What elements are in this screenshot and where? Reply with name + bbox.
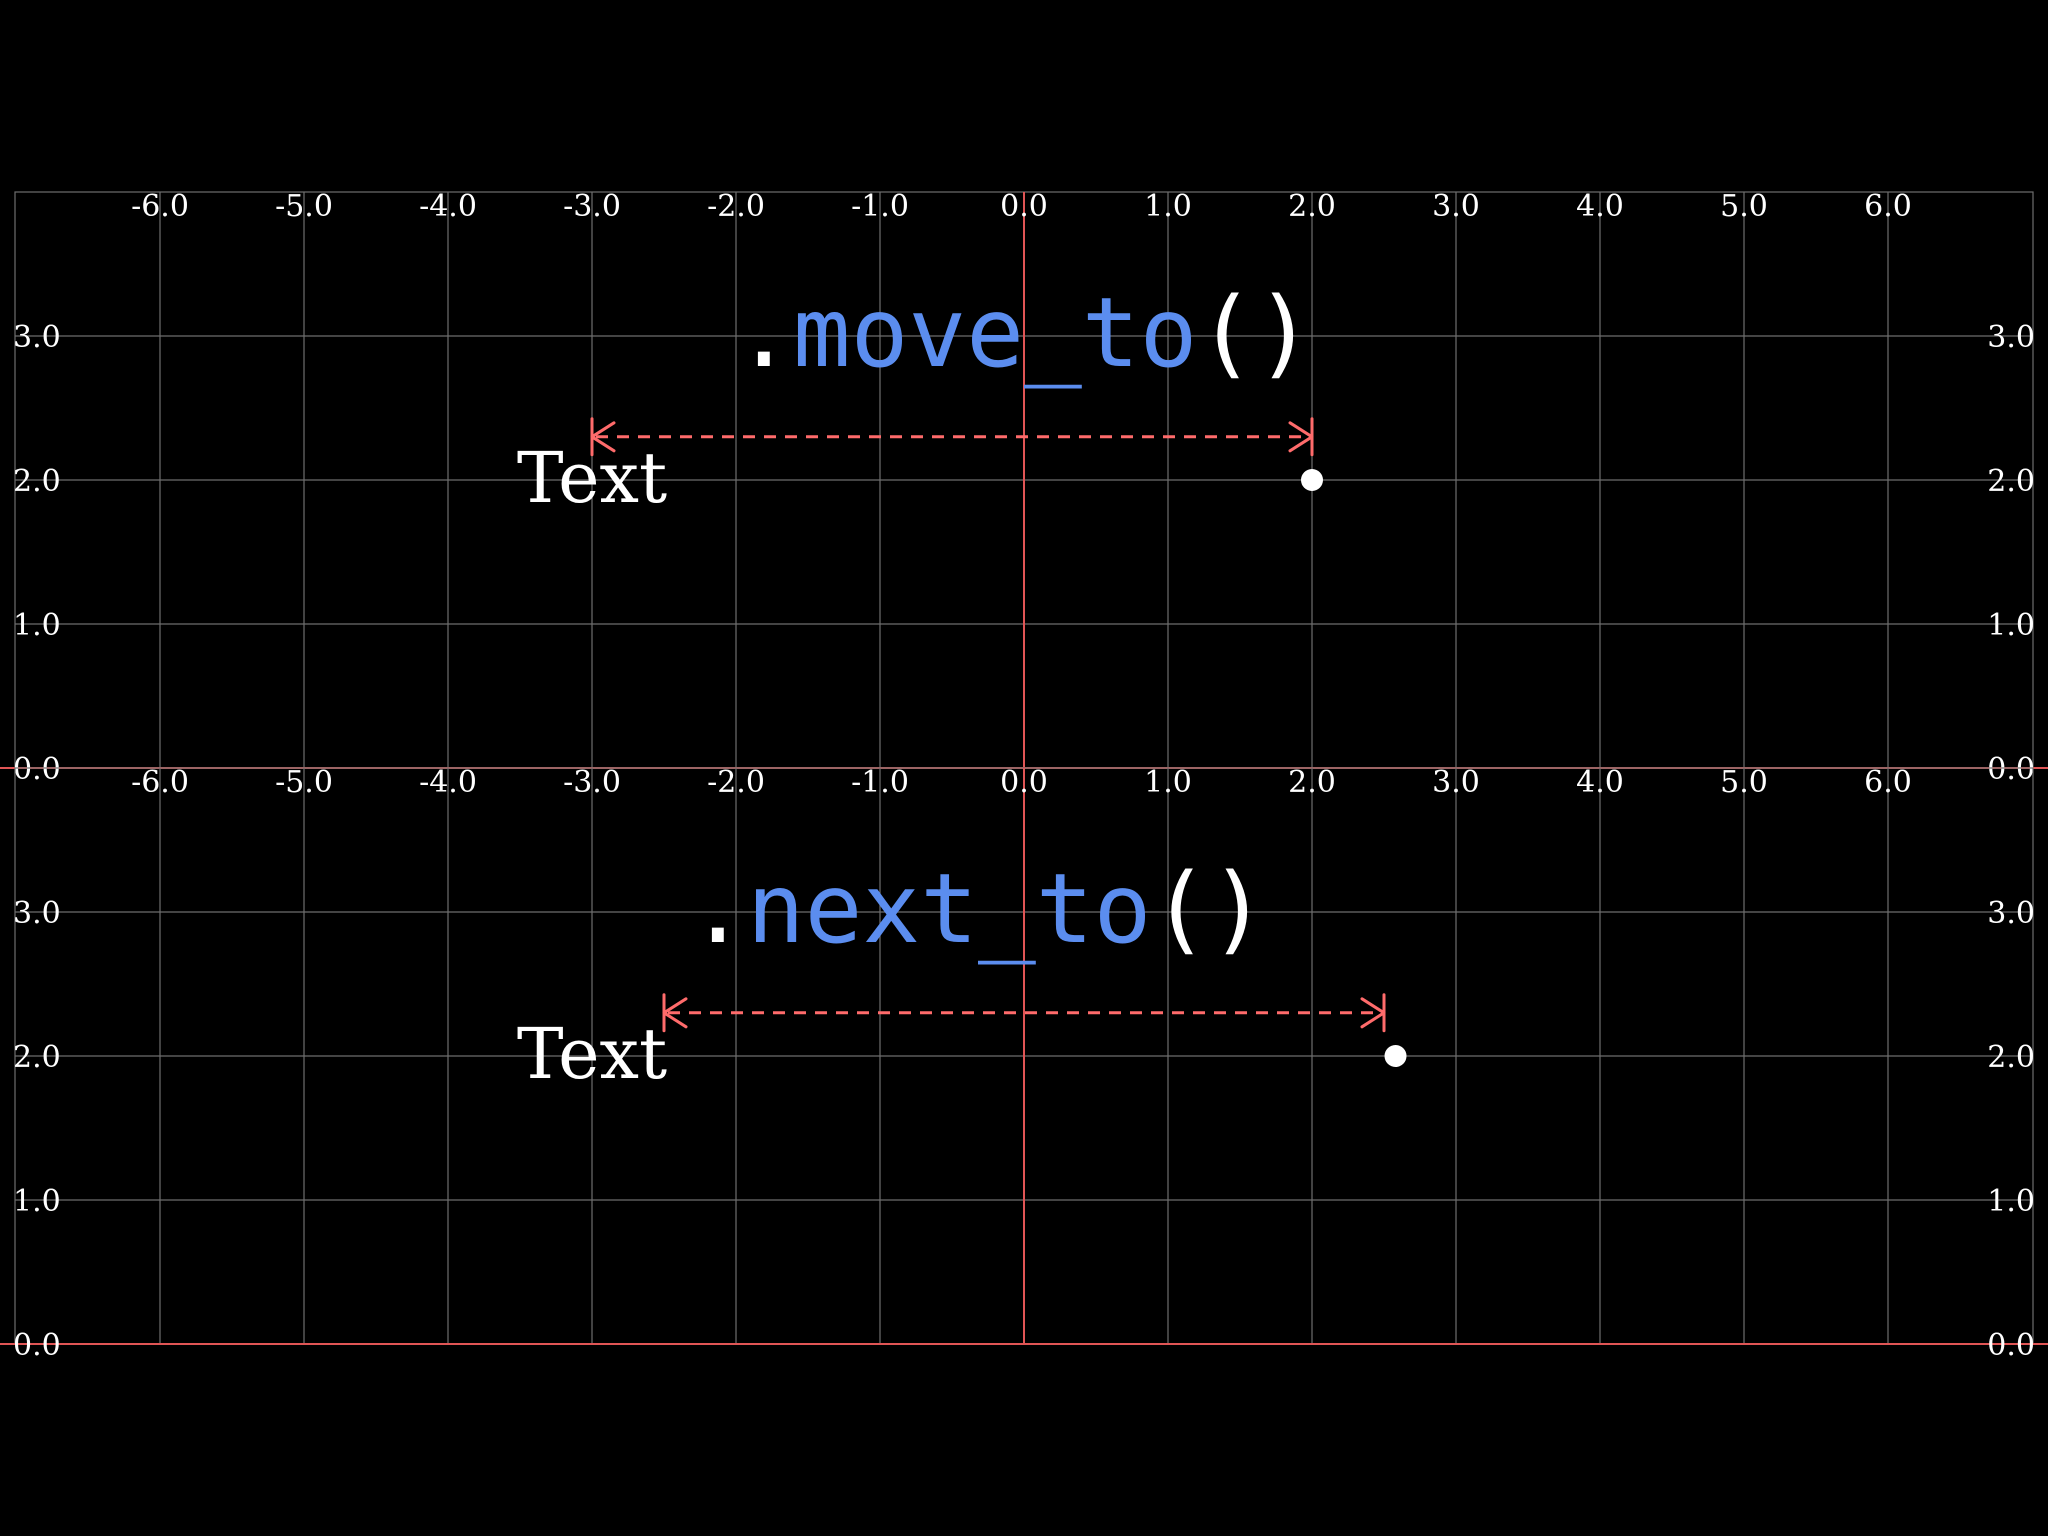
x-tick-label: 5.0 (1720, 765, 1768, 800)
x-tick-label: -4.0 (419, 189, 477, 224)
x-tick-label: 6.0 (1864, 765, 1912, 800)
y-tick-label-left: 0.0 (13, 1328, 61, 1363)
method-title: .move_to() (735, 277, 1313, 389)
y-tick-label-right: 0.0 (1987, 752, 2035, 787)
x-tick-label: -5.0 (275, 189, 333, 224)
x-tick-label: -2.0 (707, 189, 765, 224)
y-tick-label-left: 3.0 (13, 896, 61, 931)
method-name: next_to (747, 853, 1152, 965)
x-tick-label: 0.0 (1000, 765, 1048, 800)
y-tick-label-right: 0.0 (1987, 1328, 2035, 1363)
x-tick-label: -3.0 (563, 765, 621, 800)
method-title: .next_to() (689, 853, 1267, 965)
x-tick-label: -1.0 (851, 189, 909, 224)
x-tick-label: 2.0 (1288, 189, 1336, 224)
x-tick-label: -4.0 (419, 765, 477, 800)
x-tick-label: -5.0 (275, 765, 333, 800)
method-parens: () (1151, 853, 1267, 965)
x-tick-label: -3.0 (563, 189, 621, 224)
text-object: Text (517, 1013, 667, 1095)
y-tick-label-left: 0.0 (13, 752, 61, 787)
method-name: move_to (793, 277, 1198, 389)
target-point (1384, 1045, 1407, 1067)
method-dot: . (735, 277, 793, 389)
x-tick-label: 6.0 (1864, 189, 1912, 224)
y-tick-label-right: 1.0 (1987, 608, 2035, 643)
x-tick-label: -2.0 (707, 765, 765, 800)
method-dot: . (689, 853, 747, 965)
x-tick-label: 4.0 (1576, 189, 1624, 224)
x-tick-label: 1.0 (1144, 765, 1192, 800)
x-tick-label: 4.0 (1576, 765, 1624, 800)
method-parens: () (1197, 277, 1313, 389)
text-object: Text (517, 437, 667, 519)
y-tick-label-right: 3.0 (1987, 896, 2035, 931)
y-tick-label-right: 2.0 (1987, 464, 2035, 499)
x-tick-label: 3.0 (1432, 189, 1480, 224)
x-tick-label: -6.0 (131, 189, 189, 224)
x-tick-label: 5.0 (1720, 189, 1768, 224)
x-tick-label: 1.0 (1144, 189, 1192, 224)
target-point (1301, 469, 1323, 491)
x-tick-label: -6.0 (131, 765, 189, 800)
y-tick-label-right: 3.0 (1987, 320, 2035, 355)
y-tick-label-left: 1.0 (13, 608, 61, 643)
x-tick-label: 2.0 (1288, 765, 1336, 800)
diagram-canvas: -6.0 -5.0 -4.0 -3.0 -2.0 -1.0 0.0 1.0 2.0 3.0 4.0 5… (0, 0, 2048, 1536)
y-tick-label-right: 1.0 (1987, 1184, 2035, 1219)
y-tick-label-left: 3.0 (13, 320, 61, 355)
x-tick-label: 3.0 (1432, 765, 1480, 800)
x-tick-label: 0.0 (1000, 189, 1048, 224)
y-tick-label-left: 2.0 (13, 464, 61, 499)
y-tick-label-right: 2.0 (1987, 1040, 2035, 1075)
x-tick-label: -1.0 (851, 765, 909, 800)
y-tick-label-left: 1.0 (13, 1184, 61, 1219)
y-tick-label-left: 2.0 (13, 1040, 61, 1075)
